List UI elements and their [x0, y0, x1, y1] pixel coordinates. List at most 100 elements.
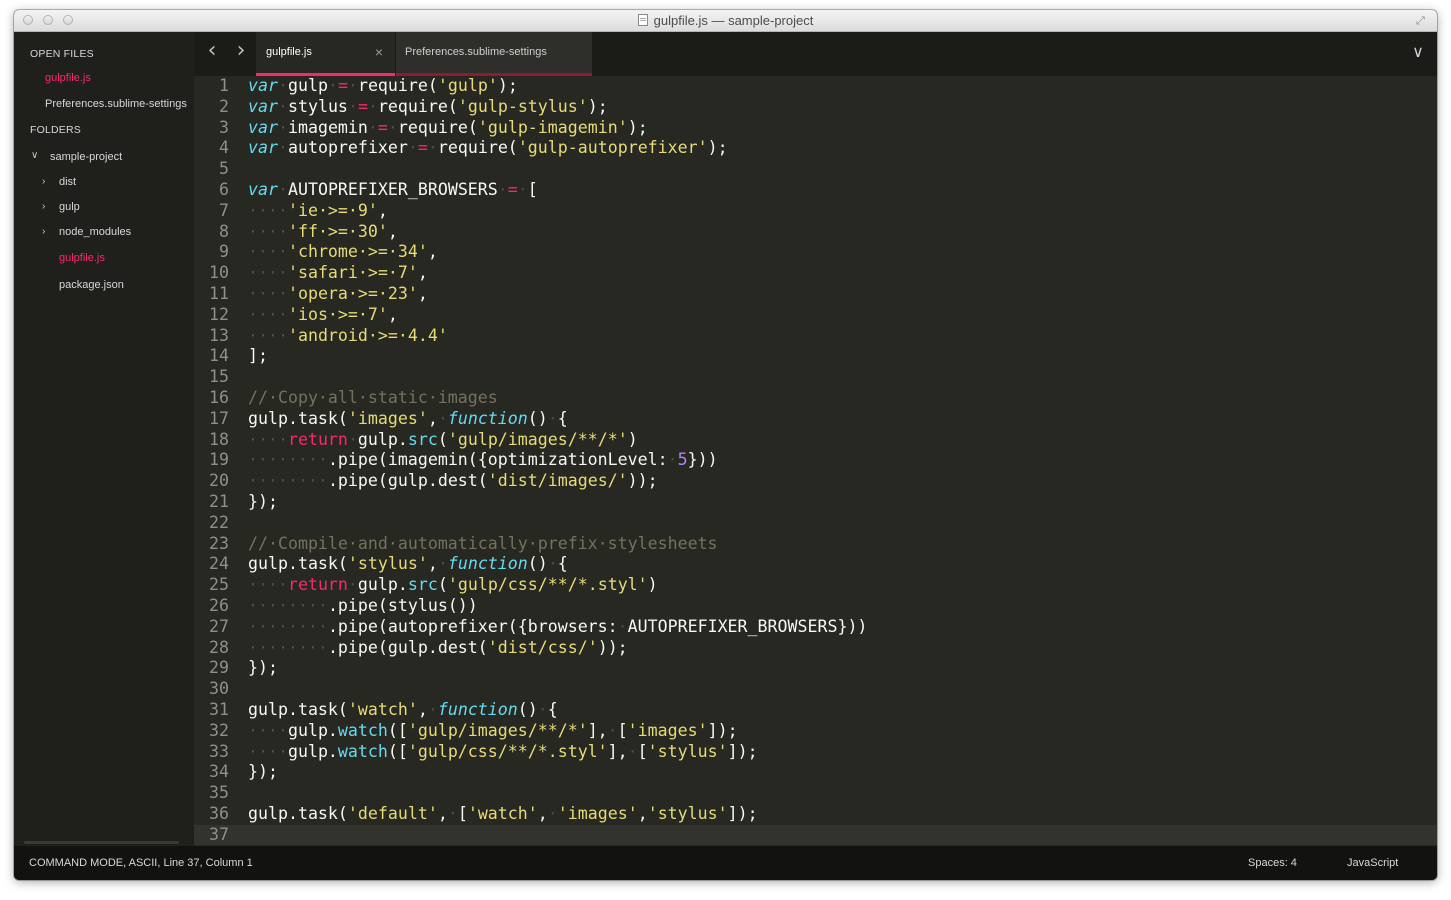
- code-token: 5: [677, 450, 688, 470]
- code-token: ·: [547, 554, 558, 574]
- open-file-preferences[interactable]: Preferences.sublime-settings: [45, 98, 187, 110]
- code-token: ·: [277, 138, 288, 158]
- code-line[interactable]: 2 var·stylus·=·require('gulp-stylus');: [194, 97, 1437, 118]
- tab-label: Preferences.sublime-settings: [405, 46, 547, 58]
- line-code: ····return·gulp.src('gulp/css/**/*.styl'…: [248, 575, 658, 596]
- code-token: 'images': [347, 408, 428, 428]
- code-token: (): [517, 699, 538, 719]
- folder-dist[interactable]: dist: [59, 176, 76, 188]
- code-line[interactable]: 30: [194, 679, 1437, 700]
- code-token: ·: [667, 450, 678, 470]
- code-line[interactable]: 19 ········.pipe(imagemin({optimizationLe…: [194, 450, 1437, 471]
- tab-preferences[interactable]: Preferences.sublime-settings: [396, 32, 592, 76]
- file-gulpfile[interactable]: gulpfile.js: [59, 252, 105, 264]
- code-line[interactable]: 21});: [194, 492, 1437, 513]
- code-line[interactable]: 32 ····gulp.watch(['gulp/images/**/*'],·[…: [194, 721, 1437, 742]
- code-line[interactable]: 34});: [194, 762, 1437, 783]
- code-line[interactable]: 5: [194, 159, 1437, 180]
- line-number: 9: [219, 242, 229, 262]
- code-lines: 1 var·gulp·=·require('gulp'); 2 var·stylus·…: [194, 76, 1437, 846]
- code-line[interactable]: 33 ····gulp.watch(['gulp/css/**/*.styl'],…: [194, 742, 1437, 763]
- open-file-gulpfile[interactable]: gulpfile.js: [45, 72, 91, 84]
- line-code: ····gulp.watch(['gulp/images/**/*'],·['i…: [248, 721, 738, 742]
- file-package-json[interactable]: package.json: [59, 279, 124, 291]
- code-line[interactable]: 25 ····return·gulp.src('gulp/css/**/*.sty…: [194, 575, 1437, 596]
- code-line[interactable]: 26 ········.pipe(stylus()): [194, 596, 1437, 617]
- code-line[interactable]: 28 ········.pipe(gulp.dest('dist/css/'));: [194, 638, 1437, 659]
- folder-node-modules[interactable]: node_modules: [59, 226, 131, 238]
- line-number: 5: [219, 159, 229, 179]
- code-token: ········: [248, 450, 328, 470]
- line-code: ····return·gulp.src('gulp/images/**/*'): [248, 430, 638, 451]
- fullscreen-icon[interactable]: ⤢: [1416, 15, 1428, 27]
- code-line[interactable]: 17 gulp.task('images',·function()·{: [194, 409, 1437, 430]
- line-number: 15: [209, 367, 229, 387]
- code-line[interactable]: 16 //·Copy·all·static·images: [194, 388, 1437, 409]
- code-token: 'default': [347, 803, 438, 823]
- code-token: ·: [427, 138, 438, 158]
- code-line[interactable]: 6 var·AUTOPREFIXER_BROWSERS·=·[: [194, 180, 1437, 201]
- code-line[interactable]: 12 ····'ios·>=·7',: [194, 305, 1437, 326]
- code-line[interactable]: 23 //·Compile·and·automatically·prefix·st…: [194, 534, 1437, 555]
- code-line[interactable]: 14];: [194, 346, 1437, 367]
- code-line[interactable]: 27 ········.pipe(autoprefixer({browsers:·…: [194, 617, 1437, 638]
- code-token: ·: [347, 575, 358, 595]
- line-number: 20: [209, 471, 229, 491]
- code-line[interactable]: 9 ····'chrome·>=·34',: [194, 242, 1437, 263]
- code-token: AUTOPREFIXER_BROWSERS})): [627, 616, 868, 636]
- code-token: 'gulp/images/**/*': [407, 720, 588, 740]
- code-token: });: [248, 658, 278, 678]
- code-token: AUTOPREFIXER_BROWSERS: [287, 179, 498, 199]
- chevron-left-icon[interactable]: ‹: [202, 40, 222, 62]
- code-token: =: [507, 179, 518, 199]
- chevron-down-icon[interactable]: ∨: [31, 150, 38, 161]
- code-line[interactable]: 13 ····'android·>=·4.4': [194, 326, 1437, 347]
- syntax-status[interactable]: JavaScript: [1347, 846, 1398, 880]
- indentation-status[interactable]: Spaces: 4: [1248, 846, 1297, 880]
- line-code: ········.pipe(imagemin({optimizationLeve…: [248, 450, 718, 471]
- code-line[interactable]: 37: [194, 824, 1437, 846]
- code-line[interactable]: 20 ········.pipe(gulp.dest('dist/images/'…: [194, 471, 1437, 492]
- code-line[interactable]: 24 gulp.task('stylus',·function()·{: [194, 554, 1437, 575]
- line-number: 8: [219, 221, 229, 241]
- close-icon[interactable]: ×: [375, 32, 383, 72]
- folder-gulp[interactable]: gulp: [59, 201, 80, 213]
- chevron-right-icon[interactable]: ›: [42, 226, 45, 237]
- code-line[interactable]: 15: [194, 367, 1437, 388]
- code-line[interactable]: 29});: [194, 658, 1437, 679]
- code-editor[interactable]: 1 var·gulp·=·require('gulp'); 2 var·stylus·…: [194, 76, 1437, 846]
- chevron-down-icon[interactable]: ∨: [1399, 32, 1437, 76]
- line-number: 3: [219, 117, 229, 137]
- sidebar-scrollbar[interactable]: [24, 841, 179, 844]
- code-line[interactable]: 31 gulp.task('watch',·function()·{: [194, 700, 1437, 721]
- project-folder[interactable]: sample-project: [50, 151, 122, 163]
- chevron-right-icon[interactable]: ›: [231, 40, 251, 62]
- code-token: 'stylus': [647, 803, 728, 823]
- title-bar: gulpfile.js — sample-project ⤢: [14, 10, 1437, 32]
- code-line[interactable]: 3 var·imagemin·=·require('gulp-imagemin')…: [194, 118, 1437, 139]
- code-line[interactable]: 22: [194, 513, 1437, 534]
- code-token: 'watch': [467, 803, 538, 823]
- tab-gulpfile[interactable]: gulpfile.js ×: [256, 32, 395, 76]
- code-token: ],: [587, 720, 608, 740]
- code-line[interactable]: 11 ····'opera·>=·23',: [194, 284, 1437, 305]
- line-number: 21: [209, 491, 229, 511]
- code-token: {: [547, 699, 558, 719]
- code-line[interactable]: 36 gulp.task('default',·['watch',·'images…: [194, 804, 1437, 825]
- code-token: require(: [357, 76, 438, 95]
- code-line[interactable]: 10 ····'safari·>=·7',: [194, 263, 1437, 284]
- code-line[interactable]: 4 var·autoprefixer·=·require('gulp-autopr…: [194, 138, 1437, 159]
- chevron-right-icon[interactable]: ›: [42, 201, 45, 212]
- chevron-right-icon[interactable]: ›: [42, 176, 45, 187]
- line-code: gulp.task('stylus',·function()·{: [248, 554, 568, 575]
- code-line[interactable]: 7 ····'ie·>=·9',: [194, 201, 1437, 222]
- code-token: ········: [248, 616, 328, 636]
- code-line[interactable]: 1 var·gulp·=·require('gulp');: [194, 76, 1437, 97]
- code-line[interactable]: 18 ····return·gulp.src('gulp/images/**/*'…: [194, 430, 1437, 451]
- code-line[interactable]: 35: [194, 783, 1437, 804]
- open-files-heading: OPEN FILES: [30, 48, 94, 60]
- code-token: 'gulp/css/**/*.styl': [447, 575, 648, 595]
- line-number: 29: [209, 658, 229, 678]
- code-token: 'android·>=·4.4': [287, 325, 448, 345]
- code-line[interactable]: 8 ····'ff·>=·30',: [194, 222, 1437, 243]
